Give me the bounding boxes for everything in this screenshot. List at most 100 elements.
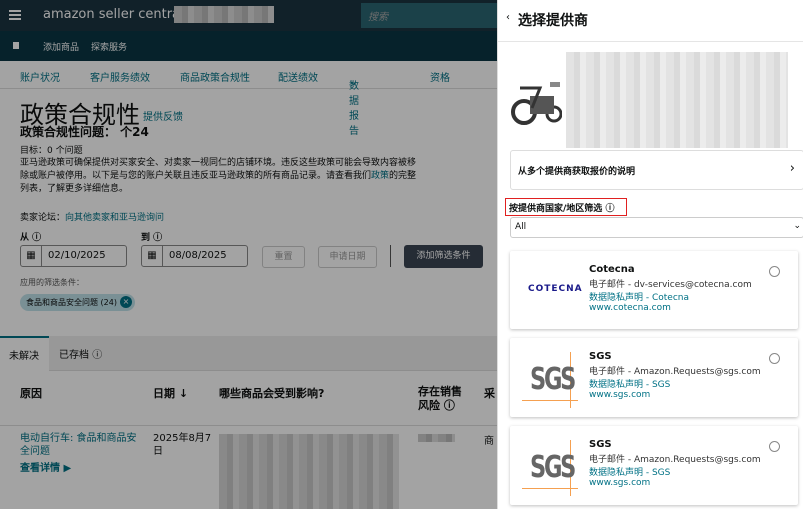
product-image [510, 68, 562, 128]
policy-link[interactable]: 政策 [371, 171, 389, 181]
calendar-icon[interactable]: ▦ [21, 246, 42, 266]
arrow-down-icon: ↓ [179, 387, 188, 400]
sub-bar: 添加商品 探索服务 [0, 31, 497, 61]
website-link[interactable]: www.cotecna.com [589, 303, 671, 313]
sgs-logo: SGS [522, 352, 578, 408]
logo[interactable]: amazon seller central [43, 7, 184, 22]
provider-radio[interactable] [769, 266, 780, 277]
provider-radio[interactable] [769, 441, 780, 452]
issue-date: 2025年8月7日 [153, 432, 213, 458]
country-filter-label-text: 按提供商国家/地区筛选 [509, 204, 602, 214]
tab-unresolved[interactable]: 未解决 [0, 336, 49, 371]
col-date-label: 日期 [153, 387, 175, 400]
tabs: 未解决 已存档 ⓘ [0, 336, 497, 371]
to-date-input[interactable]: ▦08/08/2025 [141, 245, 248, 267]
add-product-link[interactable]: 添加商品 [43, 40, 79, 53]
help-icon[interactable]: ⓘ [32, 233, 41, 243]
sales-risk-blurred [418, 434, 455, 442]
help-icon[interactable]: ⓘ [153, 233, 162, 243]
cotecna-logo: COTECNA [528, 284, 583, 294]
tab-archived[interactable]: 已存档 ⓘ [59, 346, 102, 361]
chevron-down-icon: ⌄ [793, 221, 801, 231]
website-link[interactable]: www.sgs.com [589, 478, 650, 488]
issues-table: 原因 日期 ↓ 哪些商品会受到影响? 存在销售风险 ⓘ 采 电动自行车: 食品和… [0, 371, 497, 509]
country-filter-select[interactable]: All⌄ [510, 217, 803, 238]
feedback-link[interactable]: 提供反馈 [143, 108, 183, 123]
nav-shipping[interactable]: 配送绩效 [278, 69, 318, 84]
reset-button[interactable]: 重置 [262, 246, 305, 268]
applied-filters-label: 应用的筛选条件： [20, 277, 84, 288]
policy-compliance-page: amazon seller central 搜索 添加商品 探索服务 账户状况 … [0, 0, 497, 509]
help-icon[interactable]: ⓘ [605, 204, 614, 214]
tab-archived-label: 已存档 [59, 350, 89, 361]
col-reason: 原因 [20, 385, 42, 401]
target: 目标：0 个问题 [20, 143, 83, 156]
bookmark-icon[interactable] [13, 42, 19, 49]
forum-label: 卖家论坛： [20, 213, 65, 223]
provider-name: SGS [589, 351, 612, 362]
view-details-link[interactable]: 查看详情 ▶ [20, 459, 71, 474]
apply-date-button[interactable]: 申请日期 [318, 246, 377, 268]
multi-quote-info-row[interactable]: 从多个提供商获取报价的说明 › [510, 150, 803, 190]
privacy-link[interactable]: 数据隐私声明 - SGS [589, 377, 670, 390]
filter-chip-label: 食品和商品安全问题 (24) [26, 298, 117, 307]
nav-eligibility[interactable]: 资格 [430, 69, 450, 84]
menu-icon[interactable] [9, 10, 21, 20]
provider-radio[interactable] [769, 353, 780, 364]
from-label-text: 从 [20, 233, 29, 243]
col-sales-risk-label: 存在销售风险 [418, 385, 462, 412]
privacy-link[interactable]: 数据隐私声明 - Cotecna [589, 290, 689, 303]
product-info-blurred [566, 52, 788, 148]
nav-customer-service[interactable]: 客户服务绩效 [90, 69, 150, 84]
explore-services-link[interactable]: 探索服务 [91, 40, 127, 53]
provider-card-sgs[interactable]: SGS SGS 电子邮件 - Amazon.Requests@sgs.com 数… [510, 426, 798, 505]
from-label: 从 ⓘ [20, 230, 41, 243]
panel-title: 选择提供商 [518, 10, 588, 30]
top-bar: amazon seller central 搜索 [0, 0, 497, 31]
help-icon[interactable]: ⓘ [444, 399, 455, 412]
performance-nav: 账户状况 客户服务绩效 商品政策合规性 配送绩效 数据报告 ⌄ 资格 [0, 61, 497, 89]
issue-count: 政策合规性问题： 个24 [20, 123, 149, 140]
filter-chip: 食品和商品安全问题 (24)× [20, 294, 135, 311]
col-date[interactable]: 日期 ↓ [153, 385, 188, 401]
table-row: 电动自行车: 食品和商品安全问题 查看详情 ▶ 2025年8月7日 商 [0, 426, 497, 509]
store-name-blurred [174, 6, 274, 23]
country-filter-label: 按提供商国家/地区筛选 ⓘ [505, 198, 627, 216]
nav-account-health[interactable]: 账户状况 [20, 69, 60, 84]
seller-forum: 卖家论坛：向其他卖家和亚马逊询问 [20, 210, 164, 223]
provider-email[interactable]: 电子邮件 - Amazon.Requests@sgs.com [589, 364, 761, 377]
action-text: 商 [484, 432, 494, 447]
select-provider-panel: ‹ 选择提供商 从多个提供商获取报价的说明 › 按提供商国家/地区筛选 ⓘ Al… [497, 0, 803, 509]
col-affected: 哪些商品会受到影响? [219, 385, 324, 401]
provider-email[interactable]: 电子邮件 - Amazon.Requests@sgs.com [589, 452, 761, 465]
nav-product-policy[interactable]: 商品政策合规性 [180, 69, 250, 84]
description-text: 亚马逊政策可确保提供对买家安全、对卖家一视同仁的店铺环境。违反这些政策可能会导致… [20, 158, 416, 181]
add-filter-button[interactable]: 添加筛选条件 [404, 245, 483, 268]
help-icon[interactable]: ⓘ [92, 350, 102, 361]
provider-name: SGS [589, 439, 612, 450]
search-input[interactable]: 搜索 [361, 3, 497, 28]
provider-name: Cotecna [589, 264, 635, 275]
back-icon[interactable]: ‹ [506, 12, 510, 23]
col-sales-risk: 存在销售风险 ⓘ [418, 385, 468, 413]
to-label-text: 到 [141, 233, 150, 243]
close-icon[interactable]: × [120, 296, 132, 308]
provider-card-sgs[interactable]: SGS SGS 电子邮件 - Amazon.Requests@sgs.com 数… [510, 338, 798, 417]
col-action: 采 [484, 385, 495, 401]
view-details-label: 查看详情 [20, 463, 60, 474]
calendar-icon[interactable]: ▦ [142, 246, 163, 266]
sgs-logo: SGS [522, 440, 578, 496]
website-link[interactable]: www.sgs.com [589, 390, 650, 400]
forum-link[interactable]: 向其他卖家和亚马逊询问 [65, 213, 164, 223]
to-label: 到 ⓘ [141, 230, 162, 243]
provider-card-cotecna[interactable]: COTECNA Cotecna 电子邮件 - dv-services@cotec… [510, 251, 798, 329]
reason-link[interactable]: 电动自行车: 食品和商品安全问题 [20, 432, 140, 458]
from-date-value: 02/10/2025 [48, 250, 106, 261]
divider [498, 41, 803, 42]
privacy-link[interactable]: 数据隐私声明 - SGS [589, 465, 670, 478]
affected-products-blurred [219, 434, 399, 509]
from-date-input[interactable]: ▦ 02/10/2025 [20, 245, 127, 267]
description: 亚马逊政策可确保提供对买家安全、对卖家一视同仁的店铺环境。违反这些政策可能会导致… [20, 157, 418, 196]
provider-email[interactable]: 电子邮件 - dv-services@cotecna.com [589, 277, 752, 290]
divider [390, 245, 391, 267]
